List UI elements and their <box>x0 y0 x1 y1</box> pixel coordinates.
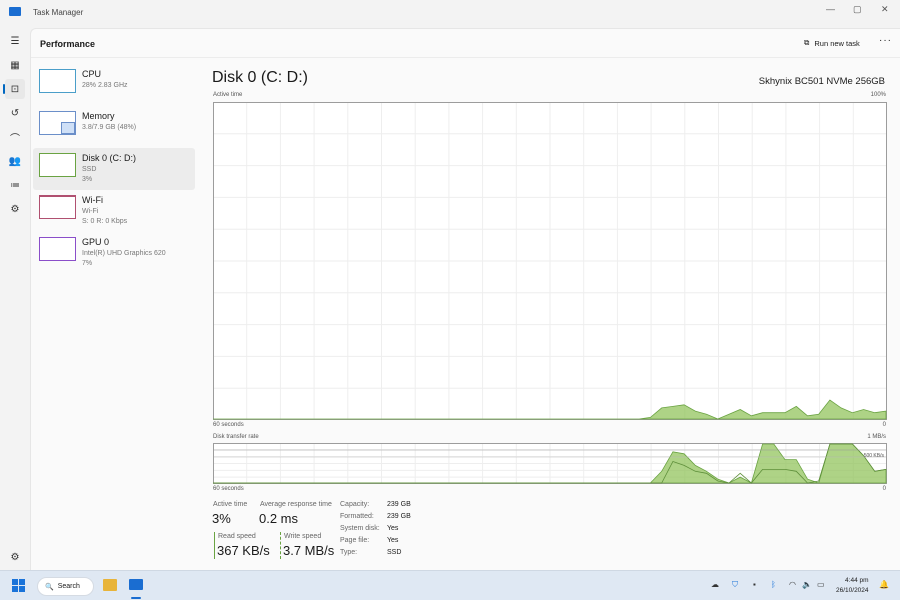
device-detail-2: S: 0 R: 0 Kbps <box>82 218 128 225</box>
close-button[interactable]: ✕ <box>881 4 889 15</box>
app-history-icon[interactable]: ↺ <box>5 103 25 123</box>
device-item[interactable]: Disk 0 (C: D:) SSD 3% <box>33 148 195 190</box>
active-time-xlabel: 60 seconds <box>213 422 244 428</box>
device-name: GPU 0 <box>82 237 110 247</box>
device-list: CPU 28% 2.83 GHz Memory 3.8/7.9 GB (48%)… <box>31 64 197 274</box>
read-indicator <box>214 532 215 559</box>
device-item[interactable]: Wi-Fi Wi-Fi S: 0 R: 0 Kbps <box>33 190 195 232</box>
active-app-indicator <box>131 597 141 599</box>
device-thumbnail <box>39 237 76 261</box>
write-indicator <box>280 532 281 559</box>
volume-icon[interactable]: 🔈 <box>802 580 812 589</box>
property-value: 239 GB <box>387 501 411 508</box>
write-speed-value: 3.7 MB/s <box>283 543 335 558</box>
start-button[interactable] <box>12 579 25 592</box>
maximize-button[interactable]: ▢ <box>853 4 862 15</box>
performance-icon[interactable]: ⊡ <box>3 79 25 99</box>
search-icon: 🔍 <box>45 583 54 591</box>
device-detail: Intel(R) UHD Graphics 620 <box>82 250 166 257</box>
property-value: 239 GB <box>387 513 411 520</box>
device-name: Wi-Fi <box>82 195 103 205</box>
main-content: Performance ⧉ Run new task ··· CPU 28% 2.… <box>30 28 900 570</box>
read-speed-value: 367 KB/s <box>217 543 270 558</box>
active-time-max: 100% <box>870 92 886 98</box>
device-thumbnail <box>39 195 76 219</box>
notifications-icon[interactable]: 🔔 <box>879 580 889 589</box>
page-title: Performance <box>40 39 96 49</box>
more-options-button[interactable]: ··· <box>879 35 892 46</box>
device-thumbnail <box>39 111 76 135</box>
property-value: Yes <box>387 537 399 544</box>
avg-response-value: 0.2 ms <box>259 511 299 526</box>
run-new-task-label: Run new task <box>814 38 860 48</box>
write-speed-label: Write speed <box>284 533 322 540</box>
device-item[interactable]: Memory 3.8/7.9 GB (48%) <box>33 106 195 148</box>
transfer-rate-chart <box>213 443 887 484</box>
property-label: Formatted: <box>340 513 374 520</box>
avg-response-label: Average response time <box>260 501 332 508</box>
app-tray-icon[interactable]: ▪ <box>753 580 756 589</box>
task-manager-taskbar-icon[interactable] <box>129 579 143 590</box>
device-thumbnail <box>39 69 76 93</box>
wifi-icon[interactable]: ◠ <box>789 580 796 589</box>
file-explorer-icon[interactable] <box>103 579 117 591</box>
transfer-rate-xlabel: 60 seconds <box>213 486 244 492</box>
users-icon[interactable]: 👥 <box>5 151 25 171</box>
device-detail-2: 7% <box>82 260 93 267</box>
title-bar: Task Manager — ▢ ✕ <box>0 0 900 28</box>
device-name: Disk 0 (C: D:) <box>82 153 136 163</box>
active-time-zero: 0 <box>882 422 886 428</box>
device-detail: Wi-Fi <box>82 208 99 215</box>
settings-icon[interactable]: ⚙ <box>5 547 25 567</box>
property-value: SSD <box>387 549 402 556</box>
active-time-label: Active time <box>213 92 243 98</box>
security-icon[interactable]: ⛉ <box>732 580 738 590</box>
minimize-button[interactable]: — <box>826 4 835 14</box>
nav-rail: ☰ ▦ ⊡ ↺ ⌒ 👥 ≔ ⚙ ⚙ <box>0 28 30 570</box>
property-label: Capacity: <box>340 501 370 508</box>
active-time-value: 3% <box>212 511 231 526</box>
details-icon[interactable]: ≔ <box>5 175 25 195</box>
active-time-chart <box>213 102 887 420</box>
startup-apps-icon[interactable]: ⌒ <box>5 127 25 147</box>
time: 4:44 pm <box>845 577 869 584</box>
taskbar: 🔍 Search ☁ ⛉ ▪ ᛒ ◠ 🔈 ▭ 4:44 pm 26/10/2024 … <box>0 570 900 600</box>
onedrive-icon[interactable]: ☁ <box>711 580 719 589</box>
device-name: Memory <box>82 111 115 121</box>
property-value: Yes <box>387 525 399 532</box>
search-box[interactable]: 🔍 Search <box>37 577 94 596</box>
transfer-rate-zero: 0 <box>882 486 886 492</box>
device-thumbnail <box>39 153 76 177</box>
device-detail: 3.8/7.9 GB (48%) <box>82 124 137 131</box>
device-detail: 28% 2.83 GHz <box>82 82 128 89</box>
read-speed-label: Read speed <box>218 533 256 540</box>
property-label: Page file: <box>340 537 370 544</box>
processes-icon[interactable]: ▦ <box>5 55 25 75</box>
device-detail: SSD <box>82 166 97 173</box>
menu-icon[interactable]: ☰ <box>5 31 25 51</box>
device-item[interactable]: GPU 0 Intel(R) UHD Graphics 620 7% <box>33 232 195 274</box>
transfer-rate-label: Disk transfer rate <box>213 434 259 440</box>
device-item[interactable]: CPU 28% 2.83 GHz <box>33 64 195 106</box>
window-title: Task Manager <box>33 8 84 17</box>
disk-title: Disk 0 (C: D:) <box>212 69 308 86</box>
run-new-task-button[interactable]: ⧉ Run new task <box>804 38 860 48</box>
date: 26/10/2024 <box>836 587 869 594</box>
transfer-rate-max: 1 MB/s <box>867 434 886 440</box>
run-task-icon: ⧉ <box>804 38 810 47</box>
services-icon[interactable]: ⚙ <box>5 199 25 219</box>
transfer-rate-mid: 500 KB/s <box>863 453 884 459</box>
search-label: Search <box>57 583 80 590</box>
bluetooth-icon[interactable]: ᛒ <box>771 580 776 589</box>
property-label: Type: <box>340 549 358 556</box>
disk-model: Skhynix BC501 NVMe 256GB <box>758 76 885 87</box>
active-time-stat-label: Active time <box>213 501 248 508</box>
device-detail-2: 3% <box>82 176 93 183</box>
clock[interactable]: 4:44 pm 26/10/2024 <box>836 576 869 596</box>
device-name: CPU <box>82 69 102 79</box>
header: Performance ⧉ Run new task ··· <box>31 29 900 58</box>
property-label: System disk: <box>340 525 380 532</box>
task-manager-logo-icon <box>9 7 21 16</box>
battery-icon[interactable]: ▭ <box>817 580 825 589</box>
